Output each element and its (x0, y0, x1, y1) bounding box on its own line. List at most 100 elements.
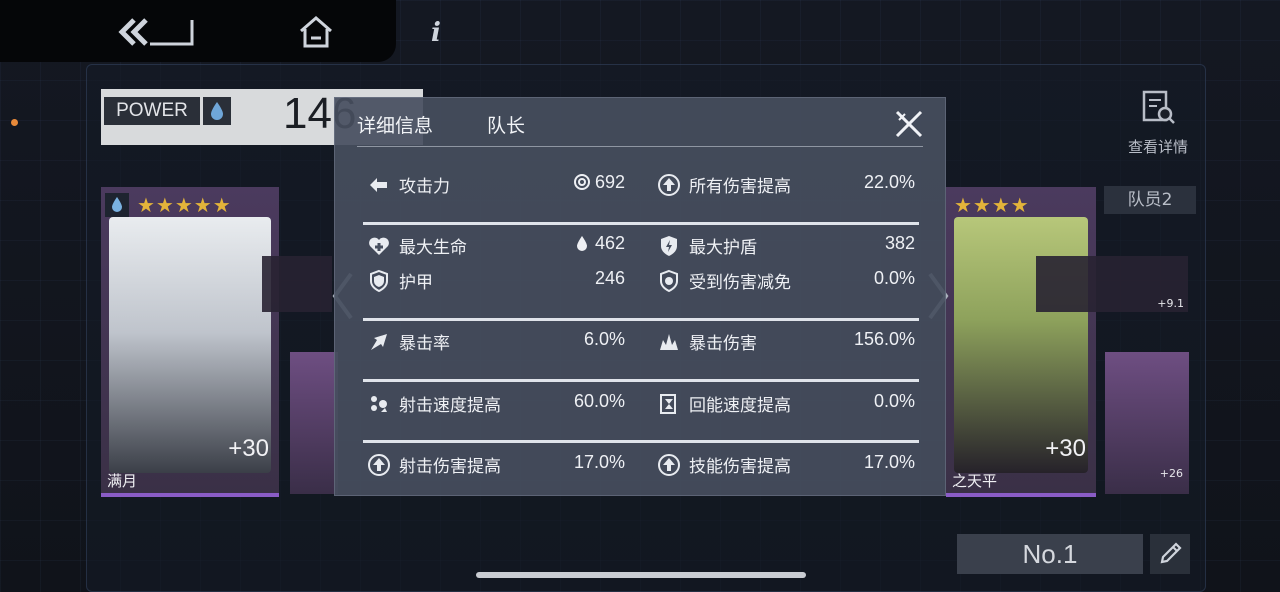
armor-icon (370, 269, 388, 293)
section-divider (363, 222, 919, 225)
stat-value: 17.0% (863, 452, 915, 472)
enhance-level: +30 (1045, 435, 1086, 462)
stat-label: 射击速度提高 (399, 396, 501, 416)
info-button[interactable]: i (426, 18, 446, 50)
character-name: 满月 (107, 472, 138, 490)
stat-row: 射击伤害提高 17.0% 技能伤害提高 17.0% (363, 449, 919, 481)
up-arrow-icon (658, 454, 680, 476)
stat-label: 所有伤害提高 (689, 177, 791, 197)
stat-value: 60.0% (573, 391, 625, 411)
modal-title: 详细信息 (357, 115, 434, 137)
stat-value: 17.0% (573, 452, 625, 472)
home-icon (300, 16, 332, 48)
card-rarity-bar (101, 493, 279, 497)
power-label: POWER (104, 97, 200, 125)
stat-value: 382 (884, 233, 915, 253)
up-arrow-icon (658, 174, 680, 196)
stat-value: 462 (573, 233, 625, 254)
section-divider (363, 440, 919, 443)
card-rarity-bar (946, 493, 1096, 497)
pencil-icon (1160, 542, 1182, 564)
stat-label: 最大生命 (399, 238, 467, 258)
header-divider (357, 146, 923, 147)
stat-label: 回能速度提高 (689, 396, 791, 416)
member-slot-label[interactable]: 队员2 (1104, 186, 1196, 214)
double-chevron-left-icon (118, 18, 194, 46)
up-arrow-icon (368, 454, 390, 476)
stat-value-text: 692 (594, 172, 625, 192)
water-element-icon (105, 193, 129, 217)
rarity-stars: ★★★★ (954, 193, 1030, 217)
document-search-icon (1142, 90, 1175, 124)
stat-value: 246 (594, 268, 625, 288)
drop-icon (576, 236, 587, 251)
water-element-icon (203, 97, 231, 125)
shield-bolt-icon (661, 236, 677, 256)
stat-value: 692 (573, 172, 625, 193)
stat-label: 最大护盾 (689, 238, 757, 258)
stat-label: 暴击率 (399, 334, 450, 354)
attack-icon (370, 178, 387, 192)
weapon-slot-member2[interactable]: +9.1 (1036, 256, 1188, 312)
stat-label: 受到伤害减免 (689, 273, 791, 293)
support-enhance-level: +26 (1159, 467, 1183, 480)
stat-max-hp: 最大生命 462 (363, 230, 625, 262)
support-card-leader[interactable] (290, 352, 338, 494)
home-button[interactable] (298, 14, 334, 50)
stat-attack: 攻击力 692 (363, 169, 625, 201)
fire-rate-icon (371, 396, 387, 412)
stat-all-damage: 所有伤害提高 22.0% (653, 169, 915, 201)
energy-regen-icon (660, 394, 676, 414)
stat-shot-damage: 射击伤害提高 17.0% (363, 449, 625, 481)
enhance-level: +30 (228, 435, 269, 462)
edit-button[interactable] (1150, 534, 1190, 574)
section-divider (363, 379, 919, 382)
stat-fire-rate: 射击速度提高 60.0% (363, 388, 625, 420)
stat-label: 护甲 (399, 273, 433, 293)
character-name: 之天平 (952, 472, 998, 490)
rarity-stars: ★★★★★ (137, 193, 232, 217)
top-bar (0, 0, 396, 62)
support-card-member2[interactable]: +26 (1105, 352, 1189, 494)
heart-plus-icon (369, 237, 389, 255)
close-icon (895, 110, 923, 138)
stat-armor: 护甲 246 (363, 265, 625, 297)
damage-reduce-icon (660, 269, 678, 293)
stat-damage-reduction: 受到伤害减免 0.0% (653, 265, 915, 297)
stat-crit-rate: 暴击率 6.0% (363, 326, 625, 358)
modal-header: 详细信息 队长 (335, 98, 945, 148)
character-card-leader[interactable]: ★★★★★ +30 满月 (101, 187, 279, 497)
character-card-member2[interactable]: ★★★★ +30 之天平 (946, 187, 1096, 497)
weapon-slot-leader[interactable] (262, 256, 332, 312)
stat-max-shield: 最大护盾 382 (653, 230, 915, 262)
stat-value: 0.0% (873, 391, 915, 411)
stat-row: 最大生命 462 最大护盾 382 (363, 230, 919, 262)
detail-info-modal: 详细信息 队长 攻击力 692 所有伤害提高 22.0% 最大生命 462 最大… (334, 97, 946, 496)
stat-label: 攻击力 (399, 177, 450, 197)
home-indicator (476, 572, 806, 578)
close-button[interactable] (893, 108, 925, 140)
modal-subtitle: 队长 (487, 115, 526, 137)
notification-dot (11, 119, 18, 126)
stat-energy-regen: 回能速度提高 0.0% (653, 388, 915, 420)
stat-crit-damage: 暴击伤害 156.0% (653, 326, 915, 358)
view-detail-button[interactable]: 查看详情 (1120, 88, 1196, 157)
stat-value: 156.0% (853, 329, 915, 349)
stat-label: 暴击伤害 (689, 334, 757, 354)
stat-value: 22.0% (863, 172, 915, 192)
stat-row: 暴击率 6.0% 暴击伤害 156.0% (363, 326, 919, 358)
stat-row: 护甲 246 受到伤害减免 0.0% (363, 265, 919, 297)
stat-label: 技能伤害提高 (689, 457, 791, 477)
view-detail-label: 查看详情 (1127, 138, 1188, 156)
stat-value-text: 462 (594, 233, 625, 253)
team-number[interactable]: No.1 (957, 534, 1143, 574)
back-button[interactable] (116, 14, 198, 50)
stat-row: 攻击力 692 所有伤害提高 22.0% (363, 169, 919, 201)
stat-skill-damage: 技能伤害提高 17.0% (653, 449, 915, 481)
stat-value: 0.0% (873, 268, 915, 288)
section-divider (363, 318, 919, 321)
stat-row: 射击速度提高 60.0% 回能速度提高 0.0% (363, 388, 919, 420)
swirl-icon (573, 174, 590, 190)
weapon-enhance-level: +9.1 (1157, 297, 1184, 310)
stat-value: 6.0% (583, 329, 625, 349)
